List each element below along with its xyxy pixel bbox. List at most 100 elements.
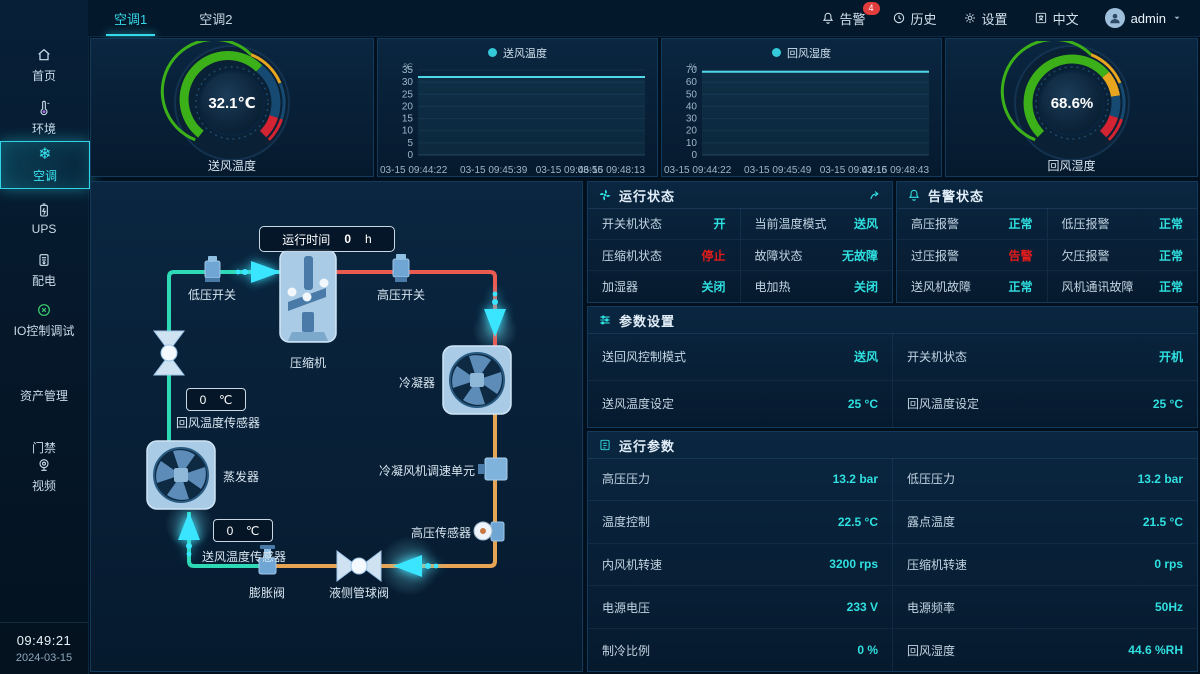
language-button[interactable]: 中文 xyxy=(1034,9,1079,28)
alarm-button[interactable]: 告警4 xyxy=(821,9,866,28)
svg-text:03-15 09:48:43: 03-15 09:48:43 xyxy=(862,165,930,176)
status-label: 开关机状态 xyxy=(602,215,662,232)
history-button[interactable]: 历史 xyxy=(892,9,937,28)
gauge-canvas: 68.6% xyxy=(1000,41,1144,163)
sidebar-item-label: 空调 xyxy=(33,167,57,184)
status-cell: 高压压力 13.2 bar xyxy=(588,458,892,500)
svg-text:20: 20 xyxy=(686,126,698,137)
status-value: 25 °C xyxy=(1153,397,1183,411)
sidebar-item-environment[interactable]: 环境 xyxy=(0,95,88,141)
svg-text:03-15 09:45:39: 03-15 09:45:39 xyxy=(460,165,528,176)
settings-button[interactable]: 设置 xyxy=(963,9,1008,28)
status-label: 送风温度设定 xyxy=(602,395,674,412)
svg-text:03-15 09:44:22: 03-15 09:44:22 xyxy=(380,165,448,176)
panel-row: 内风机转速 3200 rps 压缩机转速 0 rps xyxy=(588,543,1197,586)
svg-text:10: 10 xyxy=(686,138,698,149)
sidebar-item-power-distribution[interactable]: 配电 xyxy=(0,247,88,293)
panel-title: 告警状态 xyxy=(928,186,984,205)
status-cell: 制冷比例 0 % xyxy=(588,629,892,671)
action-label: 中文 xyxy=(1053,9,1079,28)
status-cell: 送风温度设定 25 °C xyxy=(588,381,892,428)
action-label: 历史 xyxy=(911,9,937,28)
supply-air-temp-sensor-label: 送风温度传感器 xyxy=(189,548,299,565)
status-label: 回风温度设定 xyxy=(907,395,979,412)
panel-header: 参数设置 xyxy=(588,307,1197,334)
sidebar: 首页环境❄空调UPS配电IO控制调试资产管理门禁视频 09:49:21 2024… xyxy=(0,0,89,674)
supply-temp-unit: ℃ xyxy=(246,524,259,538)
status-cell: 电加热 关闭 xyxy=(740,271,893,302)
snowflake-icon: ❄ xyxy=(38,146,51,164)
status-cell: 露点温度 21.5 °C xyxy=(892,501,1197,543)
status-label: 过压报警 xyxy=(911,247,959,264)
status-label: 送回风控制模式 xyxy=(602,348,686,365)
share-icon[interactable] xyxy=(868,188,882,202)
tab-unit-1[interactable]: 空调1 xyxy=(88,0,173,36)
run-status-panel: 运行状态 开关机状态 开 当前温度模式 送风 压缩机状态 停止 故障状态 无故障… xyxy=(587,181,893,303)
tab-unit-2[interactable]: 空调2 xyxy=(173,0,258,36)
return-air-temp-sensor-box: 0 ℃ xyxy=(186,388,246,411)
status-label: 压缩机转速 xyxy=(907,556,967,573)
doc-icon xyxy=(598,438,612,452)
status-cell: 送回风控制模式 送风 xyxy=(588,333,892,380)
action-label: 告警 xyxy=(840,9,866,28)
action-label: 设置 xyxy=(982,9,1008,28)
battery-icon xyxy=(36,201,52,219)
sidebar-item-asset-management[interactable]: 资产管理 xyxy=(0,362,88,408)
evaporator xyxy=(147,441,215,509)
panel-row: 电源电压 233 V 电源频率 50Hz xyxy=(588,585,1197,628)
status-label: 高压报警 xyxy=(911,215,959,232)
status-value: 50Hz xyxy=(1155,600,1183,614)
sidebar-item-io-debug[interactable]: IO控制调试 xyxy=(0,297,88,343)
low-pressure-switch xyxy=(205,256,220,282)
sidebar-item-home[interactable]: 首页 xyxy=(0,42,88,88)
status-cell: 开关机状态 开机 xyxy=(892,333,1197,380)
status-cell: 回风湿度 44.6 %RH xyxy=(892,629,1197,671)
svg-text:5: 5 xyxy=(407,138,413,149)
panel-header: 告警状态 xyxy=(897,182,1197,209)
refrigeration-cycle-diagram: 运行时间 0 h 低压开关 高压开关 压缩机 冷凝器 蒸发器 冷凝风机调速单元 … xyxy=(90,181,583,672)
status-value: 正常 xyxy=(1159,247,1183,264)
svg-text:0: 0 xyxy=(691,150,697,161)
return-air-temp-sensor-label: 回风温度传感器 xyxy=(163,414,273,431)
gear-icon xyxy=(963,11,977,25)
sidebar-item-label: 视频 xyxy=(32,477,56,494)
status-value: 送风 xyxy=(854,348,878,365)
status-label: 压缩机状态 xyxy=(602,247,662,264)
status-label: 温度控制 xyxy=(602,513,650,530)
panel-row: 送风机故障 正常 风机通讯故障 正常 xyxy=(897,270,1197,302)
clock-icon xyxy=(892,11,906,25)
status-label: 故障状态 xyxy=(755,247,803,264)
sidebar-item-label: 配电 xyxy=(32,272,56,289)
panel-row: 开关机状态 开 当前温度模式 送风 xyxy=(588,208,892,239)
svg-text:0: 0 xyxy=(407,150,413,161)
svg-text:30: 30 xyxy=(686,114,698,125)
svg-text:50: 50 xyxy=(686,90,698,101)
high-pressure-sensor xyxy=(474,522,504,541)
svg-text:30: 30 xyxy=(402,78,414,89)
unit-tabs: 空调1空调2 xyxy=(88,0,258,36)
panel-row: 送回风控制模式 送风 开关机状态 开机 xyxy=(588,333,1197,380)
legend-dot xyxy=(488,48,497,57)
panel-header: 运行状态 xyxy=(588,182,892,209)
sidebar-item-label: UPS xyxy=(32,222,57,236)
status-value: 告警 xyxy=(1008,247,1032,264)
return-temp-value: 0 xyxy=(200,393,207,407)
status-cell: 内风机转速 3200 rps xyxy=(588,544,892,586)
username: admin xyxy=(1131,11,1166,26)
status-value: 开 xyxy=(713,215,725,232)
user-menu[interactable]: admin xyxy=(1105,8,1182,28)
sidebar-item-video[interactable]: 视频 xyxy=(0,452,88,498)
sidebar-item-ups[interactable]: UPS xyxy=(0,197,88,240)
io-icon xyxy=(36,301,52,319)
panel-row: 高压压力 13.2 bar 低压压力 13.2 bar xyxy=(588,458,1197,500)
runtime-value: 0 xyxy=(344,232,351,246)
sidebar-item-hvac[interactable]: ❄ 空调 xyxy=(0,141,90,189)
status-cell: 电源电压 233 V xyxy=(588,586,892,628)
legend-label: 回风湿度 xyxy=(787,45,831,61)
status-label: 内风机转速 xyxy=(602,556,662,573)
status-value: 关闭 xyxy=(854,278,878,295)
gauge-label: 送风温度 xyxy=(208,157,256,174)
status-value: 正常 xyxy=(1159,215,1183,232)
status-value: 正常 xyxy=(1008,215,1032,232)
panel-row: 送风温度设定 25 °C 回风温度设定 25 °C xyxy=(588,380,1197,428)
